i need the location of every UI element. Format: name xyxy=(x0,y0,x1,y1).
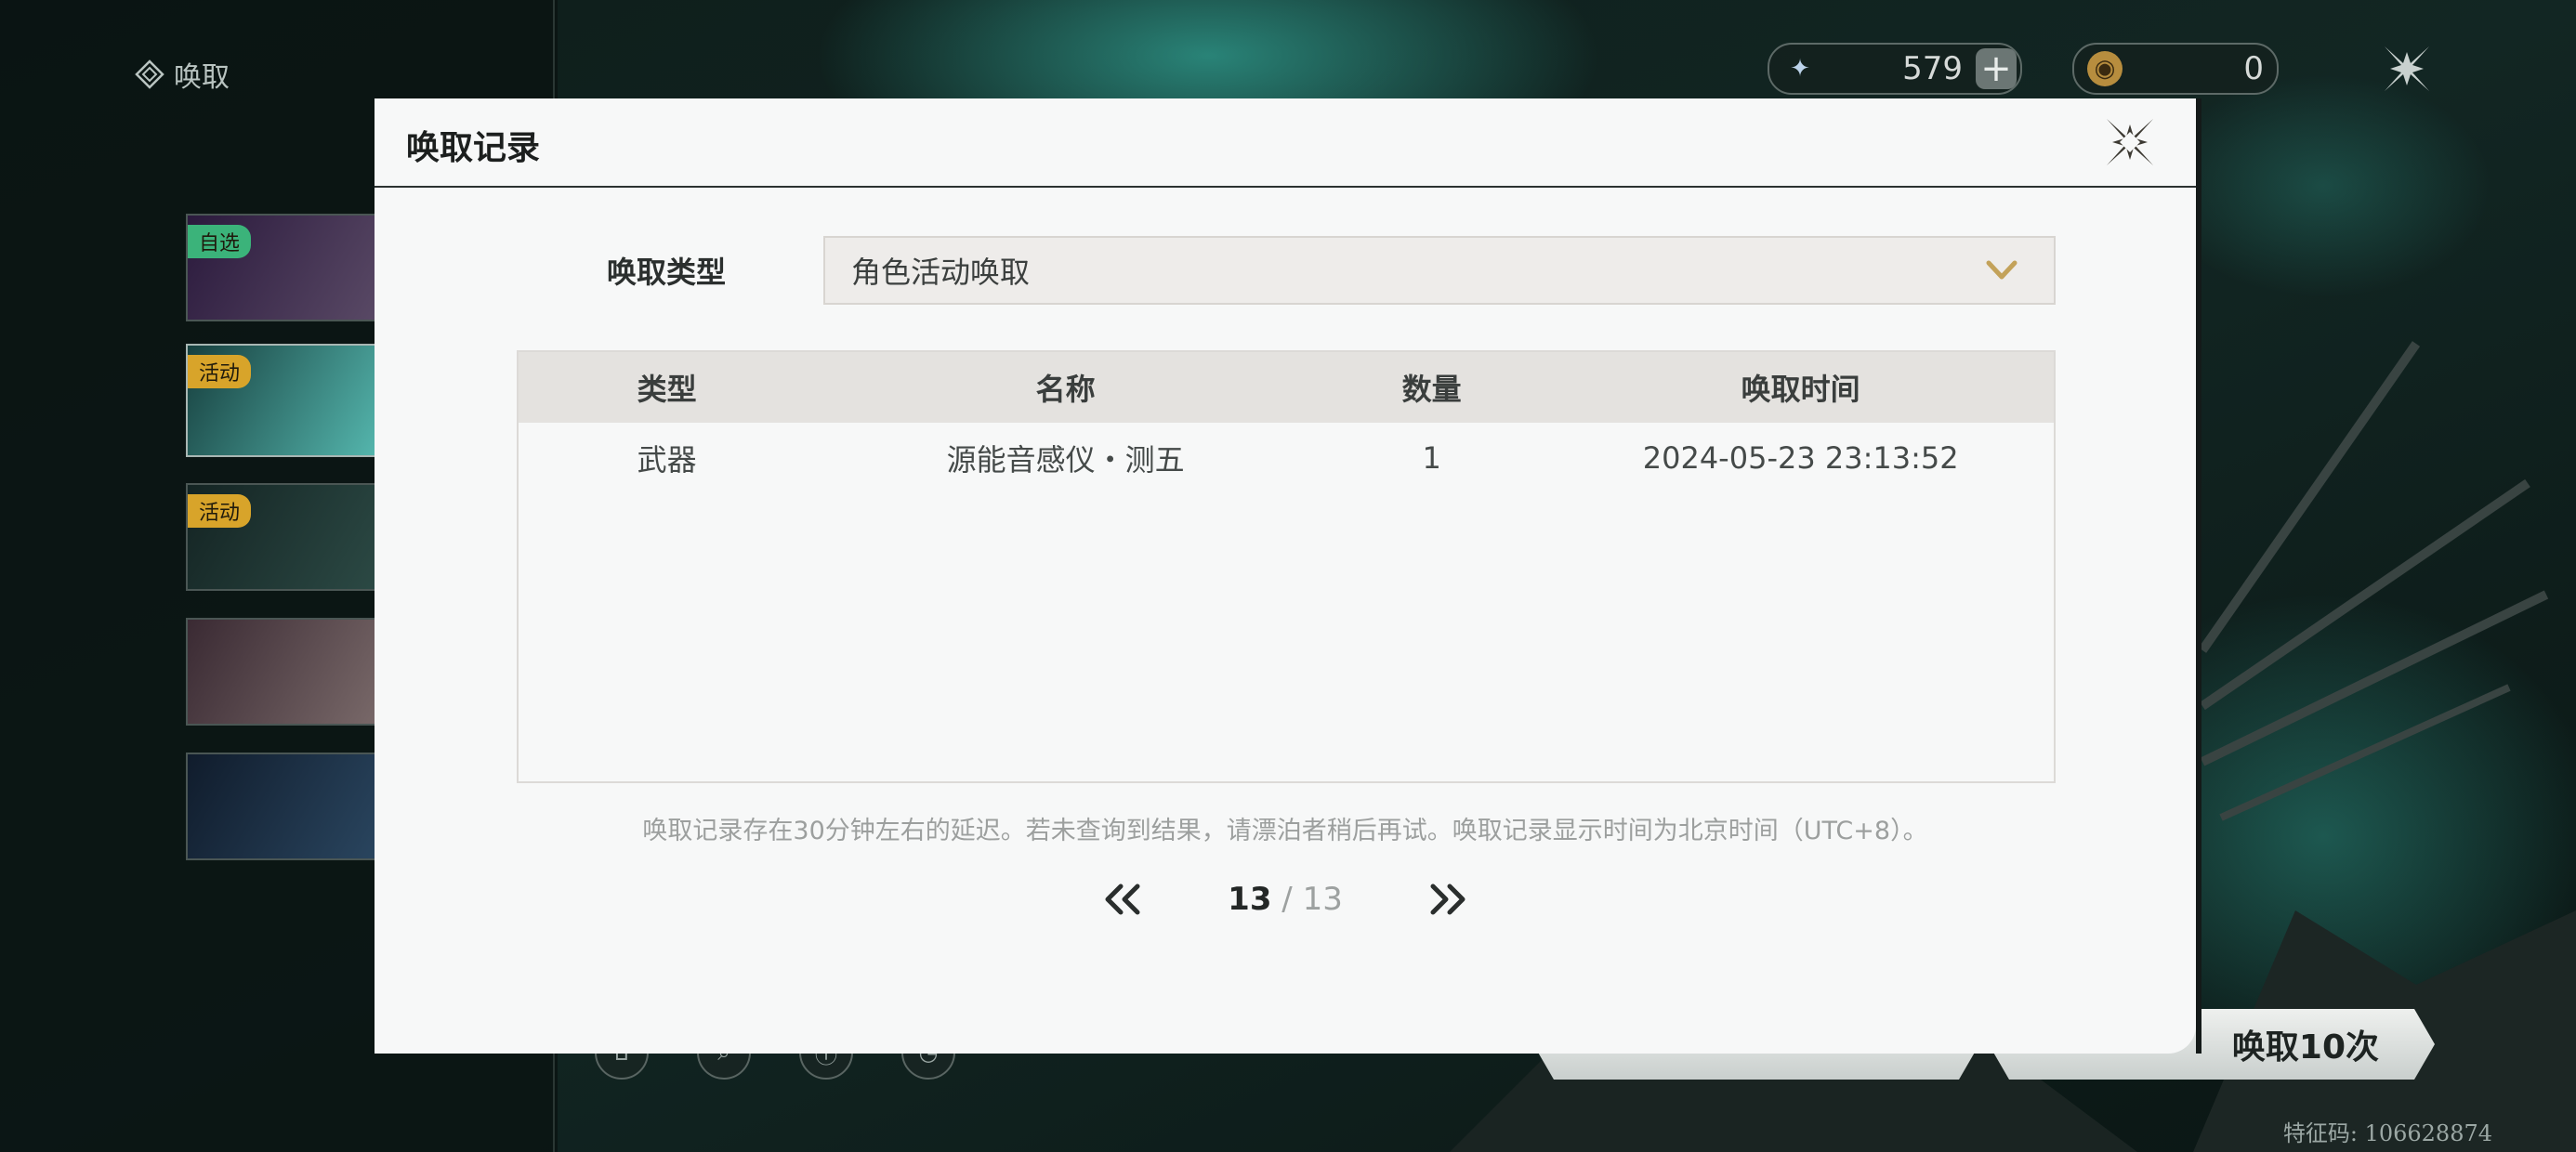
table-row: 武器 源能音感仪・测五 1 2024-05-23 23:13:52 xyxy=(519,423,2054,493)
column-header-type: 类型 xyxy=(637,372,697,407)
page-separator: / xyxy=(1281,881,1293,918)
convene-type-dropdown[interactable]: 角色活动唤取 xyxy=(823,236,2056,305)
astrite-star-icon: ✦ xyxy=(1790,55,1810,83)
feature-code: 特征码: 106628874 xyxy=(2282,1120,2492,1146)
column-header-time: 唤取时间 xyxy=(1741,372,1860,407)
banner-tag: 活动 xyxy=(188,355,252,388)
row-time: 2024-05-23 23:13:52 xyxy=(1642,440,1959,476)
page-total: 13 xyxy=(1302,881,1343,918)
add-astrite-button[interactable]: + xyxy=(1976,47,2017,90)
coin-icon: ◉ xyxy=(2087,51,2123,86)
sidebar-title-text: 唤取 xyxy=(174,61,230,94)
banner-card-3[interactable]: 活动 xyxy=(186,483,385,591)
first-page-icon[interactable] xyxy=(1095,871,1150,927)
delay-notice: 唤取记录存在30分钟左右的延迟。若未查询到结果，请漂泊者稍后再试。唤取记录显示时… xyxy=(642,817,1928,845)
banner-card-1[interactable]: 自选 xyxy=(186,214,385,321)
row-name: 源能音感仪・测五 xyxy=(946,442,1185,478)
banner-card-4[interactable] xyxy=(186,618,385,726)
sidebar-title: 唤取 xyxy=(135,56,230,94)
convene-history-modal: 唤取记录 唤取类型 角色活动唤取 类型 名称 数量 唤取时间 武器 源能音感仪・… xyxy=(375,98,2201,1054)
last-page-icon[interactable] xyxy=(1420,871,1476,927)
tide-currency: ◉ 0 xyxy=(2072,43,2279,95)
column-header-name: 名称 xyxy=(1035,372,1096,407)
tide-value: 0 xyxy=(2243,50,2264,87)
banner-tag: 自选 xyxy=(188,225,252,258)
convene-diamond-icon xyxy=(135,59,164,89)
page-readout: 13 / 13 xyxy=(1150,881,1420,918)
table-header: 类型 名称 数量 唤取时间 xyxy=(519,352,2054,423)
astrite-value: 579 xyxy=(1902,50,1963,87)
modal-title: 唤取记录 xyxy=(406,129,541,167)
close-icon[interactable] xyxy=(2103,115,2157,169)
banner-card-5[interactable] xyxy=(186,753,385,860)
column-header-count: 数量 xyxy=(1401,372,1462,407)
record-table: 类型 名称 数量 唤取时间 武器 源能音感仪・测五 1 2024-05-23 2… xyxy=(517,350,2056,783)
row-type: 武器 xyxy=(637,442,697,478)
chevron-down-icon xyxy=(1986,260,2017,280)
convene-type-value: 角色活动唤取 xyxy=(851,255,1031,290)
screen-close-icon[interactable] xyxy=(2379,41,2435,97)
pull-ten-label: 唤取10次 xyxy=(2231,1028,2379,1067)
convene-type-label: 唤取类型 xyxy=(607,255,727,290)
row-count: 1 xyxy=(1422,440,1441,476)
astrite-currency: ✦ 579 + xyxy=(1768,43,2022,95)
modal-header: 唤取记录 xyxy=(375,98,2196,188)
pagination: 13 / 13 xyxy=(375,871,2196,927)
banner-card-2[interactable]: 活动 xyxy=(186,344,385,457)
banner-tag: 活动 xyxy=(188,494,252,528)
page-current: 13 xyxy=(1228,881,1272,918)
